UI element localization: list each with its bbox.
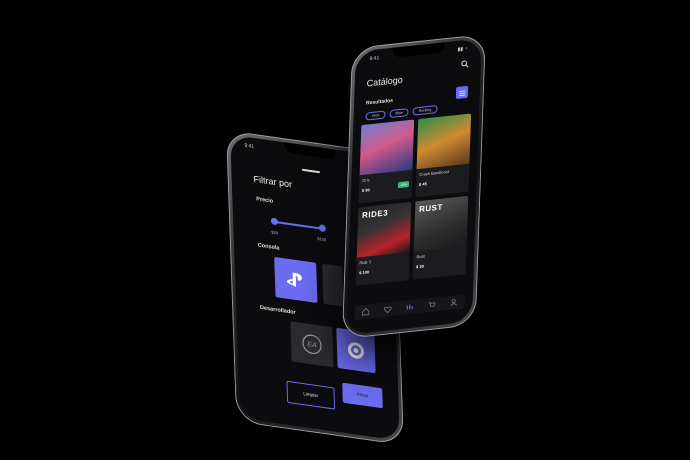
game-price: $ 100 (359, 269, 370, 276)
game-price: $ 90 (361, 187, 370, 194)
catalog-screen: 9:41 ▮▮ ◔ Catálogo Resultados Xbox Ride … (346, 38, 482, 335)
catalog-phone: 9:41 ▮▮ ◔ Catálogo Resultados Xbox Ride … (341, 33, 486, 340)
status-time: 9:41 (244, 142, 255, 151)
sliders-icon (458, 90, 466, 97)
price-slider-min-knob[interactable] (270, 217, 279, 226)
games-icon[interactable] (406, 303, 414, 312)
filter-title: Filtrar por (253, 173, 293, 190)
game-card-ride[interactable]: RIDE3 Ride 3 $ 100 (355, 201, 412, 286)
status-time: 9:41 (369, 55, 380, 63)
cover-title: RUST (418, 202, 443, 215)
filter-menu-button[interactable] (455, 85, 469, 100)
discount-badge: -20% (397, 181, 410, 189)
heart-icon[interactable] (383, 305, 392, 314)
ea-logo-icon: EA (302, 334, 322, 355)
home-icon[interactable] (362, 307, 370, 316)
results-label: Resultados (365, 97, 394, 107)
price-slider-max-knob[interactable] (318, 224, 327, 233)
game-name: Ride 3 (359, 259, 372, 266)
game-cover: RUST (413, 195, 469, 252)
status-icons: ▮▮ ◔ (457, 45, 468, 53)
game-price: $ 45 (418, 181, 427, 188)
filter-chip[interactable]: Xbox (365, 110, 386, 121)
game-card-crash[interactable]: Crash Bandicoot $ 45 (415, 113, 472, 198)
bottom-nav (354, 294, 465, 320)
game-grid: Griz $ 90 -20% Crash Bandicoot $ 45 RIDE… (355, 113, 472, 286)
price-min-label: $20 (271, 229, 279, 236)
ubisoft-logo-icon (347, 342, 364, 359)
game-price: $ 30 (415, 263, 424, 270)
price-slider-track[interactable] (272, 220, 323, 230)
sheet-handle[interactable] (301, 168, 320, 174)
clear-button[interactable]: Limpiar (286, 380, 336, 410)
user-icon[interactable] (450, 298, 458, 307)
game-card-griz[interactable]: Griz $ 90 -20% (358, 119, 415, 204)
filter-chip[interactable]: Ride (389, 108, 409, 119)
game-cover (359, 119, 415, 176)
console-option-playstation[interactable] (274, 256, 318, 304)
filter-button[interactable]: Filtrar (342, 382, 383, 409)
game-name: Crash Bandicoot (419, 168, 449, 177)
developer-section-label: Desarrollador (259, 304, 296, 316)
catalog-title: Catálogo (366, 74, 403, 89)
cover-title: RIDE3 (361, 208, 389, 221)
developer-option-ea[interactable]: EA (290, 321, 334, 368)
game-cover: RIDE3 (356, 201, 412, 258)
price-max-label: $100 (317, 235, 327, 243)
game-name: Griz (362, 177, 370, 184)
playstation-icon (286, 272, 302, 288)
console-section-label: Consola (257, 242, 280, 252)
game-cover (416, 113, 472, 170)
filter-chip[interactable]: Rocking (412, 105, 438, 116)
svg-text:EA: EA (307, 341, 317, 349)
cart-icon[interactable] (428, 300, 436, 309)
search-icon[interactable] (461, 60, 469, 69)
price-section-label: Precio (256, 196, 274, 205)
game-card-rust[interactable]: RUST Rust $ 30 (412, 195, 469, 280)
console-option-other[interactable] (322, 263, 344, 307)
game-name: Rust (416, 253, 425, 260)
